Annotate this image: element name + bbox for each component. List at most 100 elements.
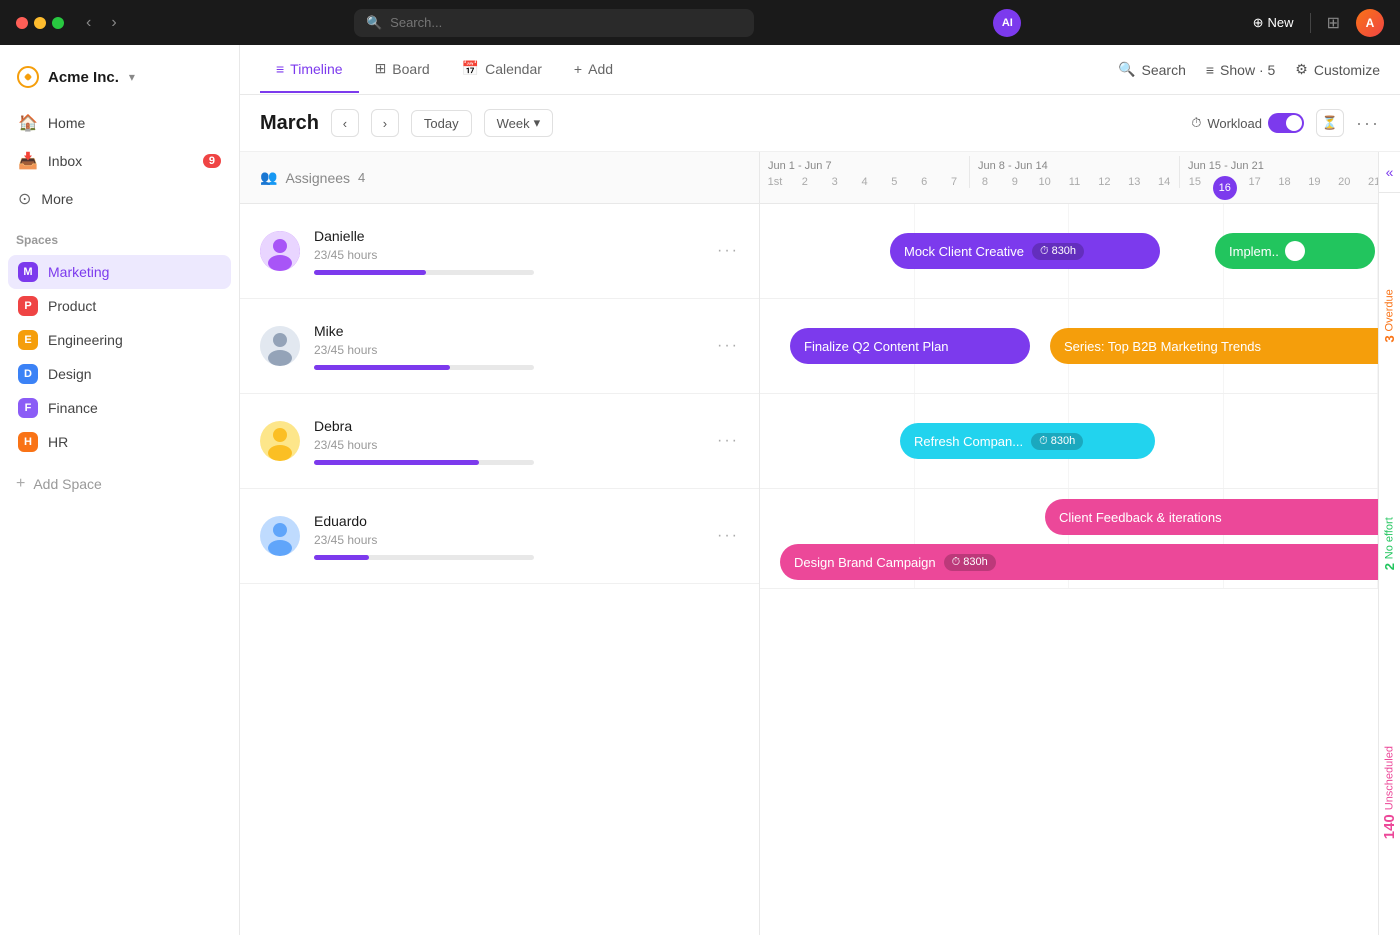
task-label: Finalize Q2 Content Plan [804, 339, 949, 354]
assignees-label: Assignees [285, 170, 350, 186]
workload-toggle[interactable]: ⏱ Workload [1191, 113, 1304, 133]
debra-progress-bg [314, 460, 534, 465]
sidebar-item-engineering[interactable]: E Engineering [8, 323, 231, 357]
user-avatar[interactable]: A [1356, 9, 1384, 37]
sidebar-item-hr[interactable]: H HR [8, 425, 231, 459]
show-action[interactable]: ≡ Show · 5 [1206, 62, 1275, 78]
row-menu-danielle[interactable]: ··· [717, 242, 739, 260]
view-tabs: ≡ Timeline ⊞ Board 📅 Calendar + Add 🔍 Se… [240, 45, 1400, 95]
alert-icon: ⚠ [1285, 241, 1305, 261]
week-btn[interactable]: Week ▾ [484, 109, 554, 137]
row-menu-mike[interactable]: ··· [717, 337, 739, 355]
toggle-on[interactable] [1268, 113, 1304, 133]
customize-action[interactable]: ⚙ Customize [1295, 61, 1380, 78]
brand[interactable]: Acme Inc. ▾ [0, 57, 239, 105]
task-client-feedback[interactable]: Client Feedback & iterations [1045, 499, 1378, 535]
more-label: More [41, 191, 73, 207]
titlebar: ‹ › 🔍 AI ⊕ New ⊞ A [0, 0, 1400, 45]
mike-progress-fill [314, 365, 450, 370]
sidebar-item-more[interactable]: ⊙ More [8, 181, 231, 217]
danielle-hours: 23/45 hours [314, 248, 703, 262]
tab-calendar[interactable]: 📅 Calendar [446, 46, 558, 93]
forward-arrow[interactable]: › [105, 12, 122, 34]
close-dot[interactable] [16, 17, 28, 29]
search-icon: 🔍 [366, 15, 382, 31]
engineering-label: Engineering [48, 332, 123, 348]
mike-info: Mike 23/45 hours [314, 323, 703, 370]
search-action[interactable]: 🔍 Search [1118, 61, 1186, 78]
task-implem[interactable]: Implem.. ⚠ [1215, 233, 1375, 269]
next-btn[interactable]: › [371, 109, 399, 137]
gantt-right-panel: « 3 Overdue 2 No effort 140 Unscheduled [1378, 152, 1400, 935]
assignees-count: 4 [358, 170, 365, 185]
noeffort-count: 2 [1382, 563, 1397, 570]
timeline-label: Timeline [290, 61, 342, 77]
filter-btn[interactable]: ⏳ [1316, 109, 1344, 137]
controls-right: ⏱ Workload ⏳ ··· [1191, 109, 1380, 137]
more-options-btn[interactable]: ··· [1356, 113, 1380, 134]
gantt-right: Jun 1 - Jun 7 1st 2 3 4 5 6 7 [760, 152, 1378, 935]
date-group-3: Jun 15 - Jun 21 15 16 17 18 19 20 21 [1180, 156, 1378, 200]
gantt-left: 👥 Assignees 4 [240, 152, 760, 935]
minimize-dot[interactable] [34, 17, 46, 29]
tab-add[interactable]: + Add [558, 47, 629, 93]
customize-icon: ⚙ [1295, 61, 1308, 78]
row-menu-eduardo[interactable]: ··· [717, 527, 739, 545]
product-label: Product [48, 298, 96, 314]
gantt-chart-rows: Mock Client Creative ⏱ 830h Implem.. ⚠ [760, 204, 1378, 589]
row-eduardo: Eduardo 23/45 hours ··· [240, 489, 759, 584]
search-input[interactable] [390, 15, 742, 30]
tab-board[interactable]: ⊞ Board [359, 46, 446, 93]
gantt-date-header: Jun 1 - Jun 7 1st 2 3 4 5 6 7 [760, 152, 1378, 204]
home-label: Home [48, 115, 85, 131]
tab-timeline[interactable]: ≡ Timeline [260, 47, 359, 93]
task-series-b2b[interactable]: Series: Top B2B Marketing Trends [1050, 328, 1378, 364]
prev-btn[interactable]: ‹ [331, 109, 359, 137]
date-group-2: Jun 8 - Jun 14 8 9 10 11 12 13 14 [970, 156, 1180, 188]
workload-icon: ⏱ [1191, 115, 1201, 131]
design-label: Design [48, 366, 92, 382]
sidebar-item-home[interactable]: 🏠 Home [8, 105, 231, 141]
sidebar-item-inbox[interactable]: 📥 Inbox 9 [8, 143, 231, 179]
overdue-count: 3 [1382, 335, 1397, 342]
back-arrow[interactable]: ‹ [80, 12, 97, 34]
add-space-button[interactable]: + Add Space [0, 467, 239, 501]
eduardo-progress-bg [314, 555, 534, 560]
marketing-label: Marketing [48, 264, 109, 280]
task-mock-client[interactable]: Mock Client Creative ⏱ 830h [890, 233, 1160, 269]
brand-logo [16, 65, 40, 89]
debra-hours: 23/45 hours [314, 438, 703, 452]
spaces-title: Spaces [0, 217, 239, 255]
sidebar-item-design[interactable]: D Design [8, 357, 231, 391]
timeline-icon: ≡ [276, 61, 284, 77]
board-icon: ⊞ [375, 60, 387, 77]
search-label: Search [1142, 62, 1186, 78]
collapse-btn[interactable]: « [1379, 152, 1400, 193]
danielle-progress-bg [314, 270, 534, 275]
sidebar-item-product[interactable]: P Product [8, 289, 231, 323]
row-debra: Debra 23/45 hours ··· [240, 394, 759, 489]
task-hours: ⏱ 830h [944, 554, 996, 571]
danielle-avatar [260, 231, 300, 271]
task-refresh-company[interactable]: Refresh Compan... ⏱ 830h [900, 423, 1155, 459]
eduardo-hours: 23/45 hours [314, 533, 703, 547]
debra-info: Debra 23/45 hours [314, 418, 703, 465]
ai-badge[interactable]: AI [993, 9, 1021, 37]
global-search-bar[interactable]: 🔍 [354, 9, 754, 37]
content: ≡ Timeline ⊞ Board 📅 Calendar + Add 🔍 Se… [240, 45, 1400, 935]
month-title: March [260, 112, 319, 135]
workload-label: Workload [1207, 116, 1262, 131]
date-group-1: Jun 1 - Jun 7 1st 2 3 4 5 6 7 [760, 156, 970, 188]
mike-name: Mike [314, 323, 703, 339]
row-menu-debra[interactable]: ··· [717, 432, 739, 450]
sidebar-item-finance[interactable]: F Finance [8, 391, 231, 425]
maximize-dot[interactable] [52, 17, 64, 29]
danielle-info: Danielle 23/45 hours [314, 228, 703, 275]
task-design-brand[interactable]: Design Brand Campaign ⏱ 830h [780, 544, 1378, 580]
new-button[interactable]: ⊕ New [1253, 15, 1294, 31]
sidebar-item-marketing[interactable]: M Marketing [8, 255, 231, 289]
task-finalize-q2[interactable]: Finalize Q2 Content Plan [790, 328, 1030, 364]
grid-icon[interactable]: ⊞ [1327, 13, 1340, 33]
eduardo-avatar [260, 516, 300, 556]
today-btn[interactable]: Today [411, 110, 472, 137]
